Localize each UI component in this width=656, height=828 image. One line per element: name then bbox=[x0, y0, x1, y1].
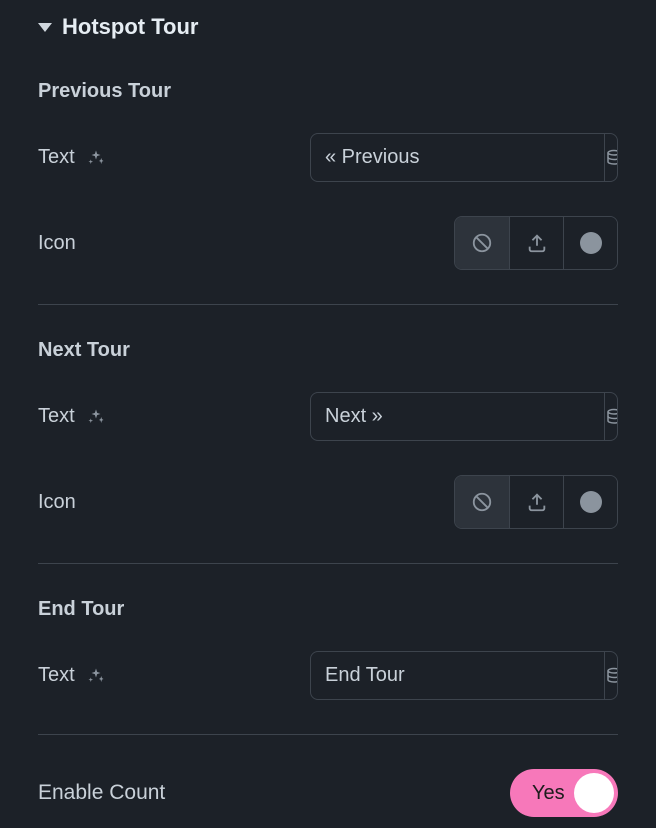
end-text-label-wrap: Text bbox=[38, 664, 105, 687]
divider bbox=[38, 734, 618, 735]
divider bbox=[38, 304, 618, 305]
previous-text-input[interactable] bbox=[311, 134, 604, 181]
chevron-down-icon bbox=[38, 23, 52, 32]
sparkle-icon bbox=[87, 408, 105, 426]
section-header[interactable]: Hotspot Tour bbox=[38, 14, 618, 40]
next-icon-none-button[interactable] bbox=[455, 476, 509, 528]
next-text-label: Text bbox=[38, 405, 75, 428]
next-tour-heading: Next Tour bbox=[38, 339, 618, 362]
next-text-dynamic-button[interactable] bbox=[604, 393, 618, 440]
end-text-row: Text bbox=[38, 651, 618, 700]
next-text-row: Text bbox=[38, 392, 618, 441]
previous-text-row: Text bbox=[38, 133, 618, 182]
previous-text-dynamic-button[interactable] bbox=[604, 134, 618, 181]
end-text-label: Text bbox=[38, 664, 75, 687]
next-icon-label: Icon bbox=[38, 491, 76, 514]
previous-text-label: Text bbox=[38, 146, 75, 169]
previous-icon-upload-button[interactable] bbox=[509, 217, 563, 269]
previous-tour-heading: Previous Tour bbox=[38, 80, 618, 103]
circle-icon bbox=[580, 491, 602, 513]
end-text-dynamic-button[interactable] bbox=[604, 652, 618, 699]
end-text-input-group bbox=[310, 651, 618, 700]
previous-text-input-group bbox=[310, 133, 618, 182]
previous-icon-color-button[interactable] bbox=[563, 217, 617, 269]
enable-count-toggle[interactable]: Yes bbox=[510, 769, 618, 817]
sparkle-icon bbox=[87, 667, 105, 685]
next-text-input[interactable] bbox=[311, 393, 604, 440]
next-icon-color-button[interactable] bbox=[563, 476, 617, 528]
section-title: Hotspot Tour bbox=[62, 14, 198, 40]
divider bbox=[38, 563, 618, 564]
previous-icon-group bbox=[454, 216, 618, 270]
previous-icon-label: Icon bbox=[38, 232, 76, 255]
enable-count-label: Enable Count bbox=[38, 781, 165, 805]
next-text-label-wrap: Text bbox=[38, 405, 105, 428]
end-text-input[interactable] bbox=[311, 652, 604, 699]
toggle-knob bbox=[574, 773, 614, 813]
next-text-input-group bbox=[310, 392, 618, 441]
next-icon-upload-button[interactable] bbox=[509, 476, 563, 528]
previous-text-label-wrap: Text bbox=[38, 146, 105, 169]
toggle-state-text: Yes bbox=[532, 782, 565, 805]
next-icon-row: Icon bbox=[38, 475, 618, 529]
previous-icon-none-button[interactable] bbox=[455, 217, 509, 269]
end-tour-heading: End Tour bbox=[38, 598, 618, 621]
enable-count-row: Enable Count Yes bbox=[38, 769, 618, 817]
sparkle-icon bbox=[87, 149, 105, 167]
circle-icon bbox=[580, 232, 602, 254]
previous-icon-row: Icon bbox=[38, 216, 618, 270]
next-icon-group bbox=[454, 475, 618, 529]
